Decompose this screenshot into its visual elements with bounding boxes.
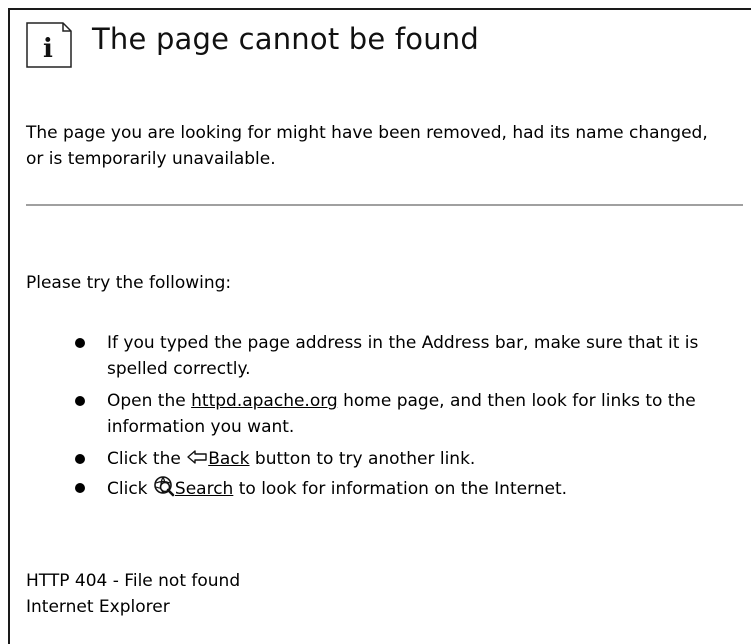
suggestion-back-suffix: button to try another link.: [249, 449, 476, 469]
back-arrow-icon[interactable]: [186, 449, 208, 475]
svg-text:i: i: [43, 34, 53, 64]
divider: [26, 204, 743, 206]
home-page-link[interactable]: httpd.apache.org: [191, 391, 338, 411]
page-header: i The page cannot be found: [26, 22, 479, 68]
bullet-icon: [75, 338, 85, 348]
suggestion-search-suffix: to look for information on the Internet.: [233, 479, 568, 499]
search-globe-icon[interactable]: [153, 475, 175, 505]
bullet-icon: [75, 483, 85, 493]
bullet-icon: [75, 396, 85, 406]
suggestion-search-prefix: Click: [107, 479, 153, 499]
browser-name: Internet Explorer: [26, 597, 170, 617]
suggestion-click-prefix: Click the: [107, 449, 187, 469]
list-item: If you typed the page address in the Add…: [75, 330, 735, 382]
error-message: The page you are looking for might have …: [26, 123, 708, 169]
page-footer: HTTP 404 - File not found Internet Explo…: [26, 568, 240, 620]
search-link[interactable]: Search: [175, 479, 233, 499]
suggestion-list: If you typed the page address in the Add…: [75, 330, 735, 505]
try-heading: Please try the following:: [26, 273, 232, 293]
bullet-icon: [75, 454, 85, 464]
info-icon: i: [26, 22, 72, 68]
suggestion-open-prefix: Open the: [107, 391, 192, 411]
back-link[interactable]: Back: [208, 449, 249, 469]
suggestion-address: If you typed the page address in the Add…: [107, 333, 699, 379]
page-frame: [8, 8, 751, 644]
http-status: HTTP 404 - File not found: [26, 571, 241, 591]
page-title: The page cannot be found: [92, 22, 479, 56]
list-item: Click the Back button to try another lin…: [75, 446, 735, 475]
list-item: Open the httpd.apache.org home page, and…: [75, 388, 735, 440]
list-item: Click Search to look for information on …: [75, 475, 735, 505]
